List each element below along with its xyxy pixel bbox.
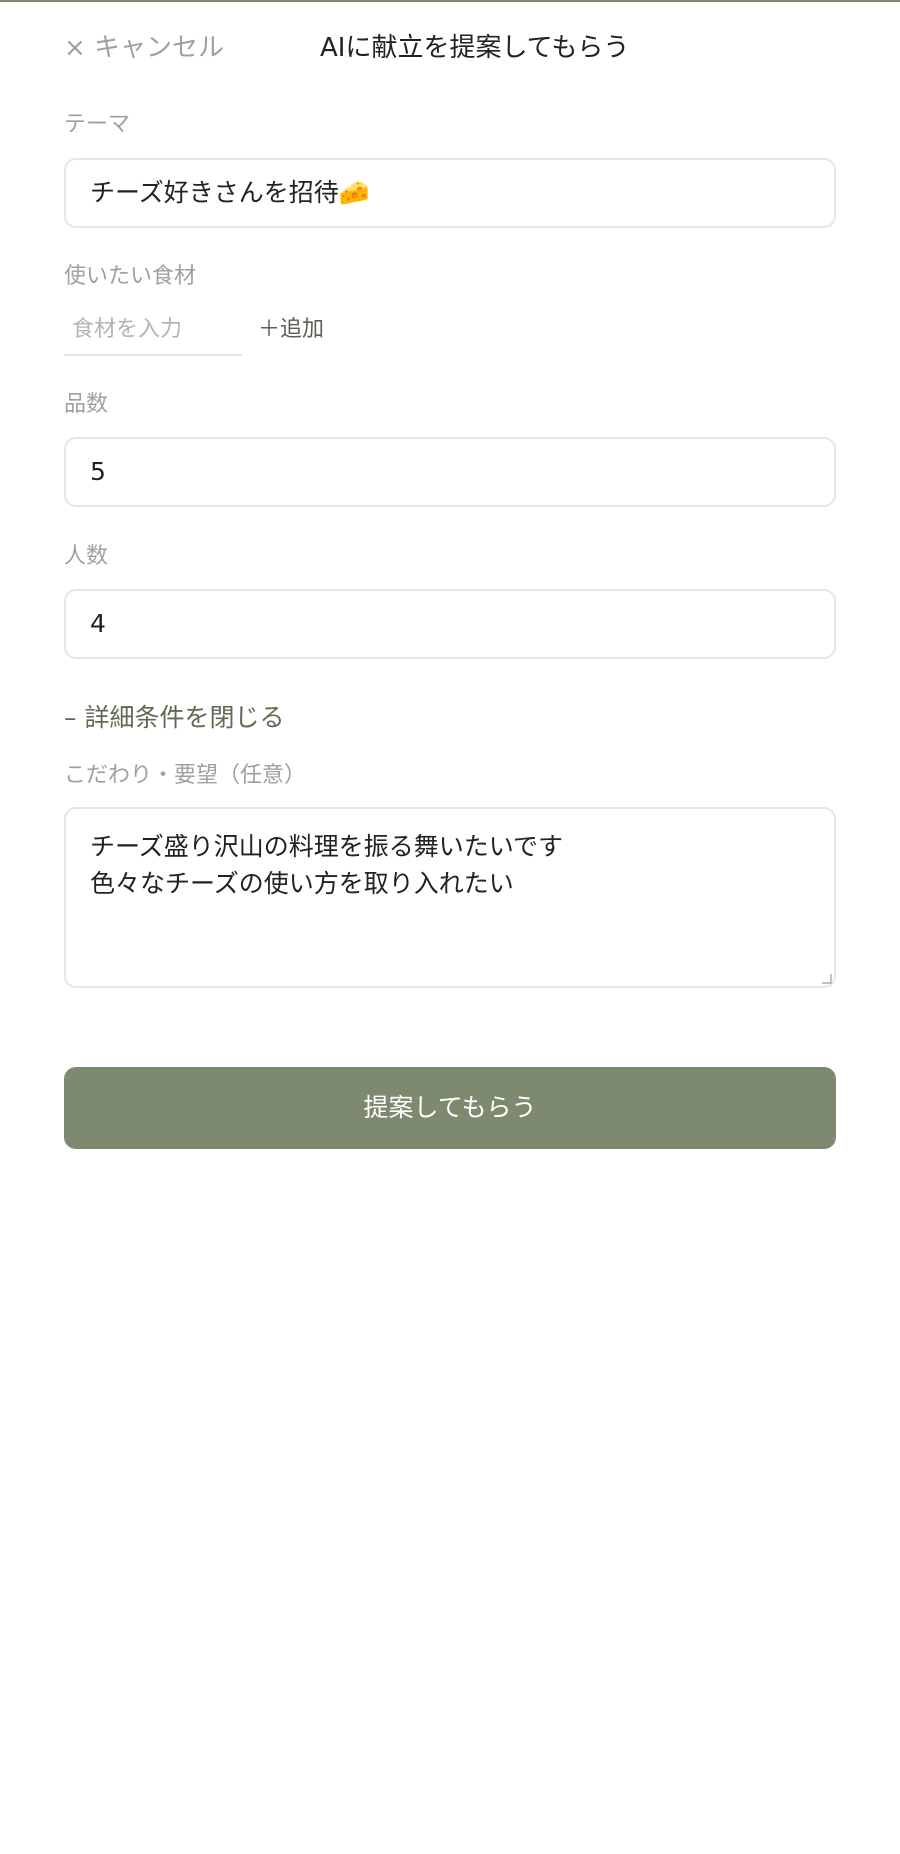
dish-count-input[interactable]: 5 — [64, 437, 836, 507]
page-title: AIに献立を提案してもらう — [320, 33, 630, 63]
theme-value: チーズ好きさんを招待🧀 — [90, 178, 370, 207]
submit-button[interactable]: 提案してもらう — [64, 1067, 836, 1149]
requests-line-2: 色々なチーズの使い方を取り入れたい — [90, 869, 514, 898]
close-details-toggle[interactable]: – 詳細条件を閉じる — [64, 700, 284, 736]
submit-button-label: 提案してもらう — [363, 1093, 537, 1122]
add-ingredient-button[interactable]: ＋追加 — [258, 314, 324, 346]
requests-label: こだわり・要望（任意） — [64, 763, 307, 788]
header: × キャンセル AIに献立を提案してもらう — [0, 0, 900, 100]
theme-label: テーマ — [64, 112, 131, 137]
people-count-label: 人数 — [64, 544, 109, 569]
requests-line-1: チーズ盛り沢山の料理を振る舞いたいです — [90, 832, 564, 861]
people-count-value: 4 — [90, 609, 106, 638]
requests-textarea[interactable]: チーズ盛り沢山の料理を振る舞いたいです 色々なチーズの使い方を取り入れたい — [64, 807, 836, 988]
dish-count-label: 品数 — [64, 392, 109, 417]
cancel-button[interactable]: × キャンセル — [64, 30, 224, 66]
ingredient-input[interactable]: 食材を入力 — [64, 310, 242, 356]
resize-grip-icon[interactable] — [822, 974, 832, 984]
theme-input[interactable]: チーズ好きさんを招待🧀 — [64, 158, 836, 228]
people-count-input[interactable]: 4 — [64, 589, 836, 659]
dish-count-value: 5 — [90, 457, 106, 486]
ingredient-placeholder: 食材を入力 — [72, 317, 183, 342]
ingredients-label: 使いたい食材 — [64, 264, 197, 289]
